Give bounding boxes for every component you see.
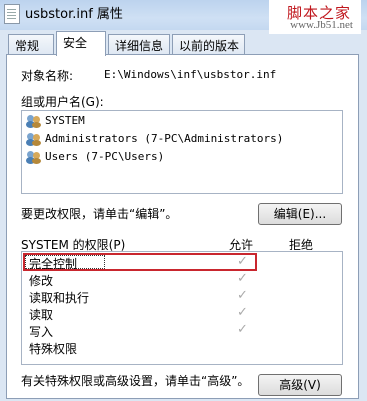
- allow-check-icon: ✓: [237, 322, 248, 337]
- group-list-label: 组或用户名(G):: [21, 95, 104, 109]
- permission-name: 读取和执行: [29, 291, 90, 305]
- object-name-label: 对象名称:: [21, 69, 74, 83]
- edit-button[interactable]: 编辑(E)...: [258, 203, 342, 225]
- advanced-button[interactable]: 高级(V): [258, 374, 342, 396]
- tab-details[interactable]: 详细信息: [108, 34, 170, 54]
- list-item-label: Administrators (7-PC\Administrators): [45, 132, 284, 145]
- permission-name: 写入: [29, 325, 54, 339]
- permission-row-special[interactable]: 特殊权限: [29, 339, 269, 356]
- advanced-hint: 有关特殊权限或高级设置，请单击“高级”。: [21, 374, 250, 388]
- group-user-list[interactable]: SYSTEM Administrators (7-PC\Administrato…: [21, 110, 343, 194]
- security-panel: 对象名称: E:\Windows\inf\usbstor.inf 组或用户名(G…: [6, 54, 359, 399]
- permission-name: 修改: [29, 274, 54, 288]
- user-group-icon: [26, 114, 42, 128]
- permission-name: 完全控制: [29, 257, 78, 271]
- allow-check-icon: ✓: [237, 254, 248, 269]
- window-title: usbstor.inf 属性: [25, 7, 123, 22]
- tab-general[interactable]: 常规: [8, 34, 54, 54]
- list-item-label: Users (7-PC\Users): [45, 150, 165, 163]
- tab-security[interactable]: 安全: [56, 31, 106, 56]
- list-item-label: SYSTEM: [45, 114, 85, 127]
- edit-hint: 要更改权限，请单击“编辑”。: [21, 207, 178, 221]
- permission-row-write[interactable]: 写入 ✓: [29, 322, 269, 339]
- permission-row-full-control[interactable]: 完全控制 ✓: [29, 254, 269, 271]
- file-icon: [4, 4, 20, 24]
- allow-check-icon: ✓: [237, 305, 248, 320]
- watermark: 脚本之家 www.Jb51.net: [269, 0, 361, 34]
- user-group-icon: [26, 132, 42, 146]
- tab-previous-versions[interactable]: 以前的版本: [172, 34, 245, 54]
- allow-check-icon: ✓: [237, 288, 248, 303]
- object-name-value: E:\Windows\inf\usbstor.inf: [104, 68, 277, 81]
- allow-check-icon: ✓: [237, 271, 248, 286]
- permissions-list[interactable]: 完全控制 ✓ 修改 ✓ 读取和执行 ✓ 读取 ✓ 写入 ✓ 特殊权限: [21, 251, 343, 365]
- permission-name: 特殊权限: [29, 342, 78, 356]
- permission-name: 读取: [29, 308, 54, 322]
- user-group-icon: [26, 150, 42, 164]
- tab-strip: 常规 安全 详细信息 以前的版本: [6, 30, 361, 56]
- permission-row-read-execute[interactable]: 读取和执行 ✓: [29, 288, 269, 305]
- permission-row-read[interactable]: 读取 ✓: [29, 305, 269, 322]
- permission-row-modify[interactable]: 修改 ✓: [29, 271, 269, 288]
